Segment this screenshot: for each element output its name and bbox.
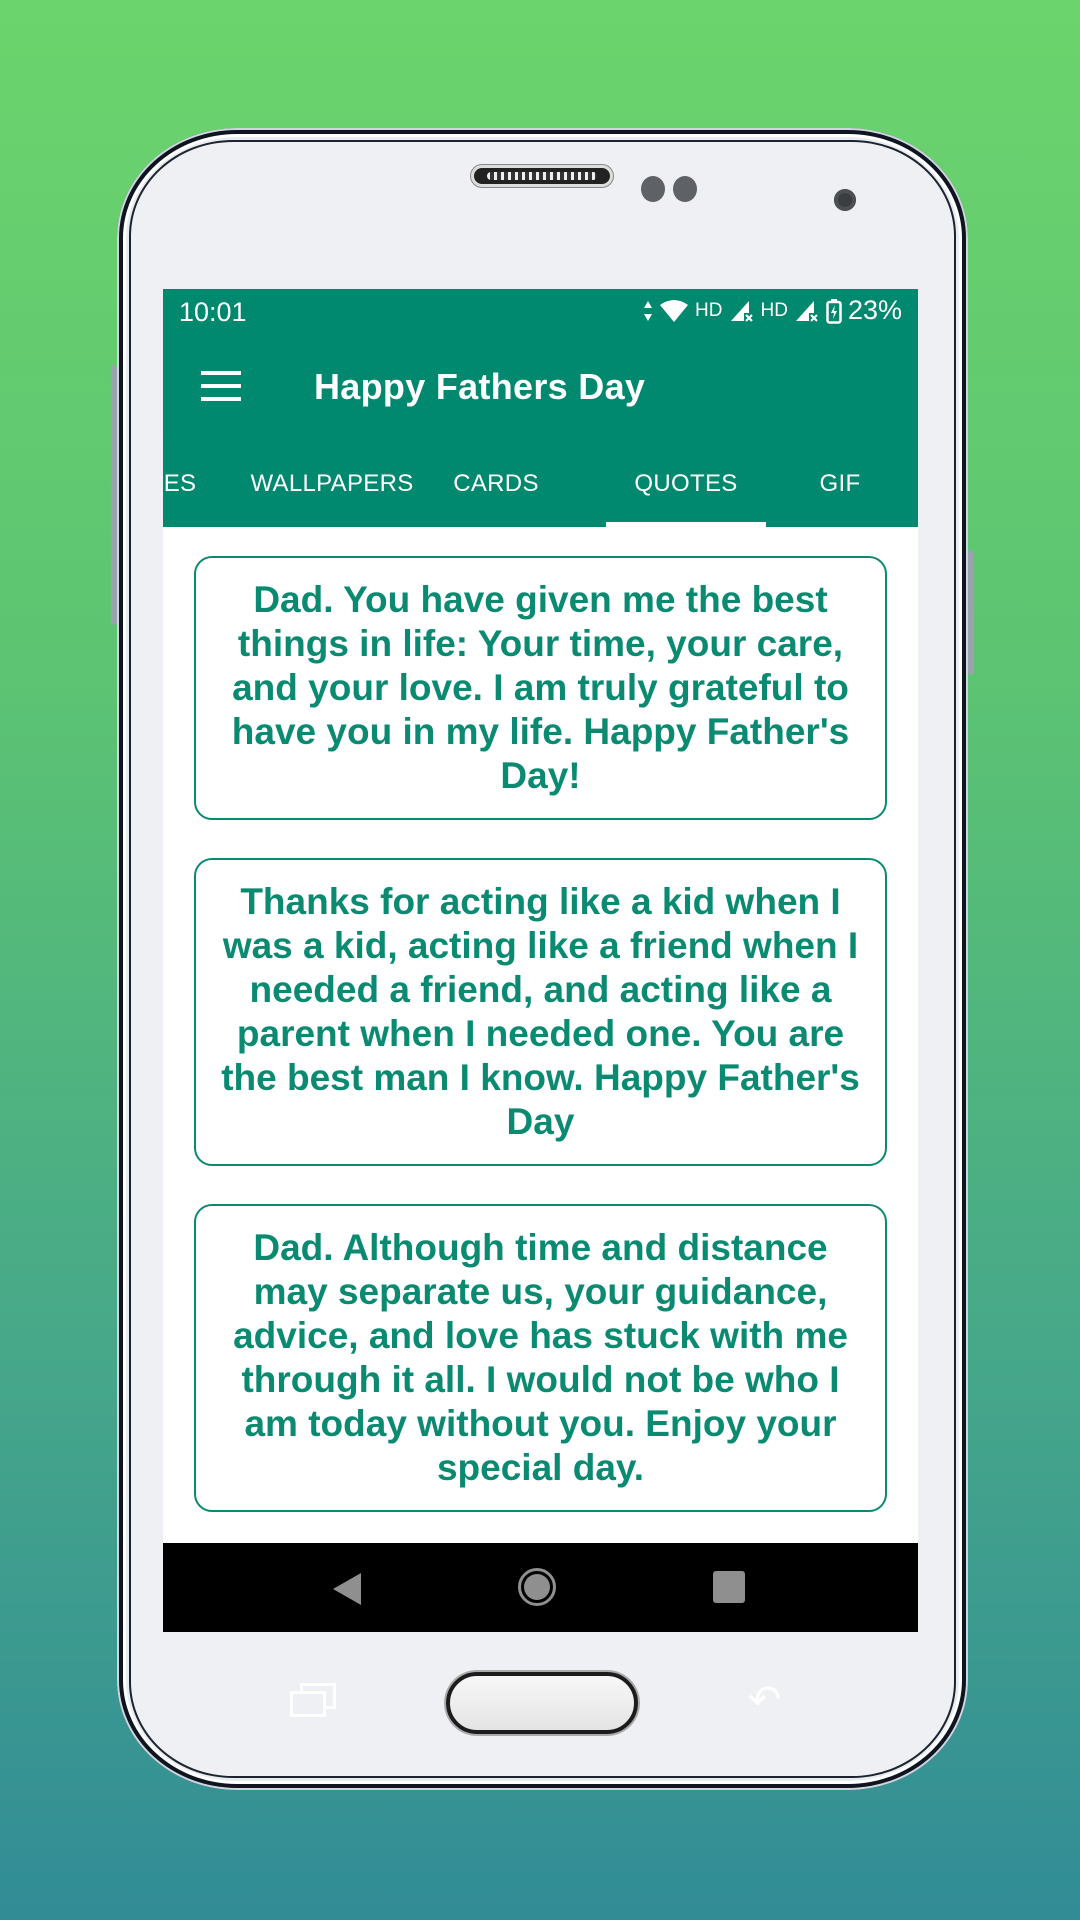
quote-text: Dad. You have given me the best things i… bbox=[231, 579, 850, 796]
quote-card[interactable]: Thanks for acting like a kid when I was … bbox=[194, 858, 887, 1166]
status-bar: 10:01 HD HD 23% bbox=[163, 289, 918, 333]
hardware-back-icon: ↶ bbox=[748, 1678, 782, 1722]
quotes-list[interactable]: Dad. You have given me the best things i… bbox=[163, 527, 918, 1543]
quote-text: Dad. Although time and distance may sepa… bbox=[233, 1227, 848, 1488]
hamburger-menu-icon[interactable] bbox=[201, 371, 241, 401]
hardware-recents-icon bbox=[290, 1683, 336, 1717]
battery-percent: 23% bbox=[847, 295, 902, 325]
app-toolbar: Happy Fathers Day bbox=[163, 333, 918, 441]
home-circle-icon[interactable] bbox=[518, 1568, 556, 1606]
earpiece-speaker bbox=[471, 165, 613, 187]
status-icons: HD HD 23% bbox=[643, 295, 902, 326]
proximity-sensor bbox=[641, 176, 665, 202]
phone-screen: 10:01 HD HD 23% Happy Fathers Day ES WAL… bbox=[163, 289, 918, 1632]
recents-square-icon[interactable] bbox=[713, 1571, 745, 1603]
system-nav-bar bbox=[163, 1543, 918, 1632]
tab-cards[interactable]: CARDS bbox=[431, 441, 561, 527]
back-triangle-icon[interactable] bbox=[333, 1573, 361, 1605]
tab-wallpapers[interactable]: WALLPAPERS bbox=[233, 441, 431, 527]
front-camera bbox=[834, 189, 856, 211]
data-arrows-icon bbox=[644, 300, 653, 321]
app-title: Happy Fathers Day bbox=[314, 366, 646, 407]
wifi-icon bbox=[660, 299, 689, 322]
phone-side-button-left bbox=[111, 365, 117, 625]
tab-quotes[interactable]: QUOTES bbox=[606, 441, 766, 527]
network-type-label: HD bbox=[695, 299, 723, 321]
network-type-label: HD bbox=[760, 299, 788, 321]
tab-bar: ES WALLPAPERS CARDS QUOTES GIF bbox=[163, 441, 918, 527]
signal-icon bbox=[795, 300, 818, 322]
tab-messages-partial[interactable]: ES bbox=[163, 441, 205, 527]
hardware-home-button bbox=[446, 1672, 638, 1734]
quote-card[interactable]: Dad. You have given me the best things i… bbox=[194, 556, 887, 820]
phone-side-button-right bbox=[968, 550, 974, 675]
quote-text: Thanks for acting like a kid when I was … bbox=[221, 881, 860, 1142]
tab-gif[interactable]: GIF bbox=[775, 441, 905, 527]
battery-charging-icon bbox=[826, 298, 842, 324]
light-sensor bbox=[673, 176, 697, 202]
status-time: 10:01 bbox=[179, 297, 247, 327]
quote-card[interactable]: Dad. Although time and distance may sepa… bbox=[194, 1204, 887, 1512]
signal-icon bbox=[730, 300, 753, 322]
